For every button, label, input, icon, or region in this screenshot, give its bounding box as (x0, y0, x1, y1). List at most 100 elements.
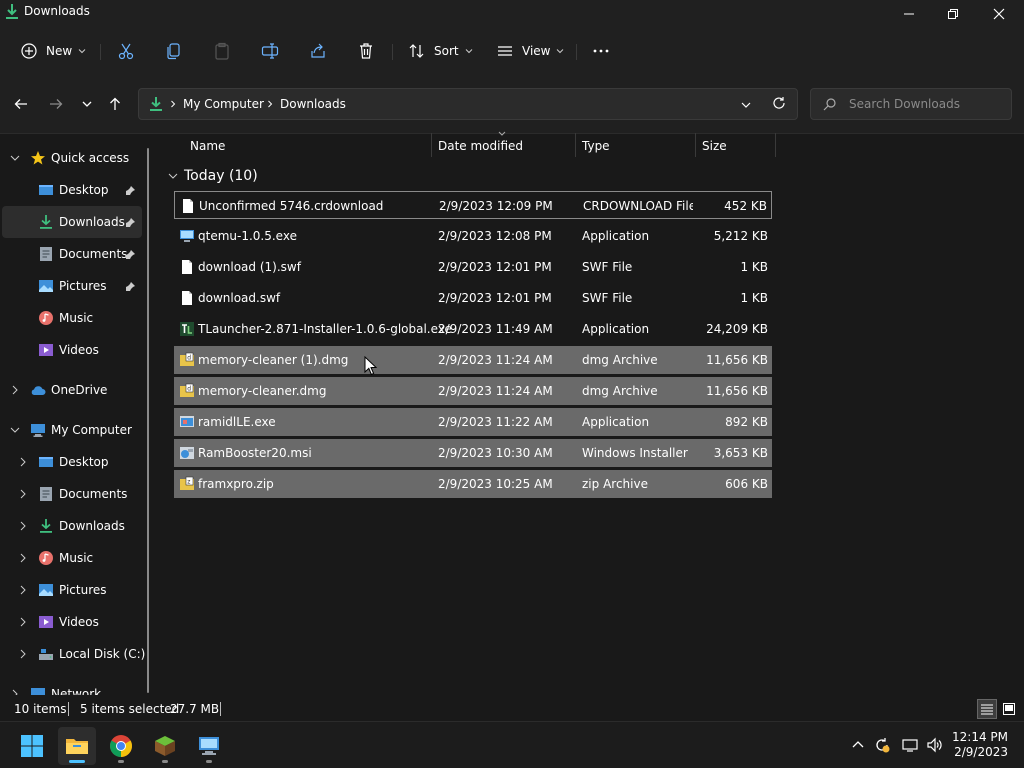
sidebar-item-music[interactable]: Music (0, 542, 140, 574)
document-icon (40, 487, 52, 501)
search-icon (823, 98, 836, 111)
sidebar-item-documents[interactable]: Documents (0, 478, 140, 510)
minimize-button[interactable] (886, 0, 932, 28)
table-row[interactable]: TLauncher-2.871-Installer-1.0.6-global.e… (174, 315, 772, 343)
sidebar-item-label: Desktop (59, 183, 109, 197)
sync-warning-icon[interactable] (874, 737, 890, 753)
column-divider[interactable] (775, 133, 776, 157)
sidebar-item-my-computer[interactable]: My Computer (0, 414, 140, 446)
search-input[interactable] (849, 95, 1005, 113)
sidebar-scrollbar[interactable] (147, 148, 149, 693)
cut-button[interactable] (117, 38, 135, 64)
sort-button[interactable]: Sort (408, 38, 473, 64)
file-name: Unconfirmed 5746.crdownload (199, 199, 384, 213)
sidebar-item-music[interactable]: Music (0, 302, 140, 334)
chevron-down-icon[interactable] (10, 153, 20, 163)
paste-button[interactable] (213, 38, 231, 64)
sidebar-item-documents[interactable]: Documents (0, 238, 140, 270)
table-row[interactable]: z framxpro.zip 2/9/2023 10:25 AM zip Arc… (174, 470, 772, 498)
view-button[interactable]: View (496, 38, 564, 64)
column-header-name[interactable]: Name (190, 135, 225, 157)
copy-button[interactable] (165, 38, 183, 64)
sidebar-item-quick-access[interactable]: Quick access (0, 142, 140, 174)
taskbar-chrome[interactable] (102, 727, 140, 765)
column-header-type[interactable]: Type (582, 135, 610, 157)
more-options-button[interactable] (592, 38, 610, 64)
back-button[interactable] (10, 94, 32, 114)
file-date: 2/9/2023 12:08 PM (438, 229, 552, 243)
new-button[interactable]: New (20, 38, 86, 64)
chevron-down-icon[interactable] (10, 425, 20, 435)
column-header-date[interactable]: Date modified (438, 135, 523, 157)
table-row[interactable]: qtemu-1.0.5.exe 2/9/2023 12:08 PM Applic… (174, 222, 772, 250)
sidebar-item-label: My Computer (51, 423, 132, 437)
sidebar-item-local-disk[interactable]: Local Disk (C:) (0, 638, 145, 670)
scissors-icon (118, 43, 134, 60)
table-row[interactable]: d memory-cleaner (1).dmg 2/9/2023 11:24 … (174, 346, 772, 374)
refresh-icon[interactable] (772, 96, 786, 110)
share-button[interactable] (309, 38, 327, 64)
address-bar[interactable]: My Computer Downloads (138, 88, 798, 120)
tiles-view-button[interactable] (999, 699, 1019, 719)
recent-locations-button[interactable] (76, 94, 98, 114)
table-row[interactable]: d memory-cleaner.dmg 2/9/2023 11:24 AM d… (174, 377, 772, 405)
videos-icon (39, 616, 53, 628)
chevron-up-icon[interactable] (850, 737, 866, 753)
sidebar-item-videos[interactable]: Videos (0, 334, 140, 366)
table-row[interactable]: download.swf 2/9/2023 12:01 PM SWF File … (174, 284, 772, 312)
taskbar-qtemu[interactable] (190, 727, 228, 765)
sidebar-item-desktop[interactable]: Desktop (0, 446, 140, 478)
sidebar-item-pictures[interactable]: Pictures (0, 270, 140, 302)
chevron-right-icon[interactable] (10, 385, 20, 395)
chevron-right-icon[interactable] (18, 617, 28, 627)
start-button[interactable] (13, 727, 51, 765)
sidebar-item-downloads[interactable]: Downloads (0, 510, 140, 542)
breadcrumb-downloads[interactable]: Downloads (280, 97, 346, 111)
command-bar: New Sort View (0, 28, 1024, 74)
downloads-icon (150, 97, 162, 111)
taskbar-minecraft-launcher[interactable] (146, 727, 184, 765)
sort-label: Sort (434, 44, 459, 58)
group-header-today[interactable]: Today (10) (168, 166, 258, 186)
delete-button[interactable] (357, 38, 375, 64)
taskbar-file-explorer[interactable] (58, 727, 96, 765)
chevron-right-icon[interactable] (18, 489, 28, 499)
sidebar-item-pictures[interactable]: Pictures (0, 574, 140, 606)
table-row[interactable]: Unconfirmed 5746.crdownload 2/9/2023 12:… (174, 191, 772, 219)
chevron-right-icon[interactable] (18, 585, 28, 595)
volume-icon[interactable] (926, 737, 942, 753)
file-name: ramidlLE.exe (198, 415, 276, 429)
sidebar-item-videos[interactable]: Videos (0, 606, 140, 638)
file-date: 2/9/2023 10:25 AM (438, 477, 553, 491)
chevron-right-icon[interactable] (18, 521, 28, 531)
details-view-button[interactable] (977, 699, 997, 719)
chevron-right-icon[interactable] (18, 649, 28, 659)
chevron-right-icon[interactable] (18, 553, 28, 563)
column-divider[interactable] (575, 133, 576, 157)
paste-icon (215, 42, 229, 60)
table-row[interactable]: ramidlLE.exe 2/9/2023 11:22 AM Applicati… (174, 408, 772, 436)
network-icon[interactable] (902, 737, 918, 753)
column-divider[interactable] (695, 133, 696, 157)
sidebar-item-downloads[interactable]: Downloads (2, 206, 142, 238)
file-list: Name Date modified Type Size Today (10) … (160, 131, 1024, 695)
chevron-right-icon[interactable] (18, 457, 28, 467)
table-row[interactable]: download (1).swf 2/9/2023 12:01 PM SWF F… (174, 253, 772, 281)
up-button[interactable] (104, 94, 126, 114)
chevron-right-icon[interactable] (10, 689, 20, 695)
sidebar-item-desktop[interactable]: Desktop (0, 174, 140, 206)
column-divider[interactable] (431, 133, 432, 157)
restore-button[interactable] (930, 0, 976, 28)
forward-button[interactable] (45, 94, 67, 114)
chevron-down-icon[interactable] (741, 100, 751, 110)
rename-button[interactable] (261, 38, 279, 64)
system-clock[interactable]: 12:14 PM 2/9/2023 (952, 730, 1008, 760)
column-header-size[interactable]: Size (702, 135, 727, 157)
copy-icon (167, 43, 180, 60)
sidebar-item-network[interactable]: Network (0, 678, 140, 695)
close-button[interactable] (976, 0, 1022, 28)
breadcrumb-my-computer[interactable]: My Computer (183, 97, 264, 111)
table-row[interactable]: RamBooster20.msi 2/9/2023 10:30 AM Windo… (174, 439, 772, 467)
sidebar-item-onedrive[interactable]: OneDrive (0, 374, 140, 406)
group-label: Today (10) (184, 168, 258, 184)
